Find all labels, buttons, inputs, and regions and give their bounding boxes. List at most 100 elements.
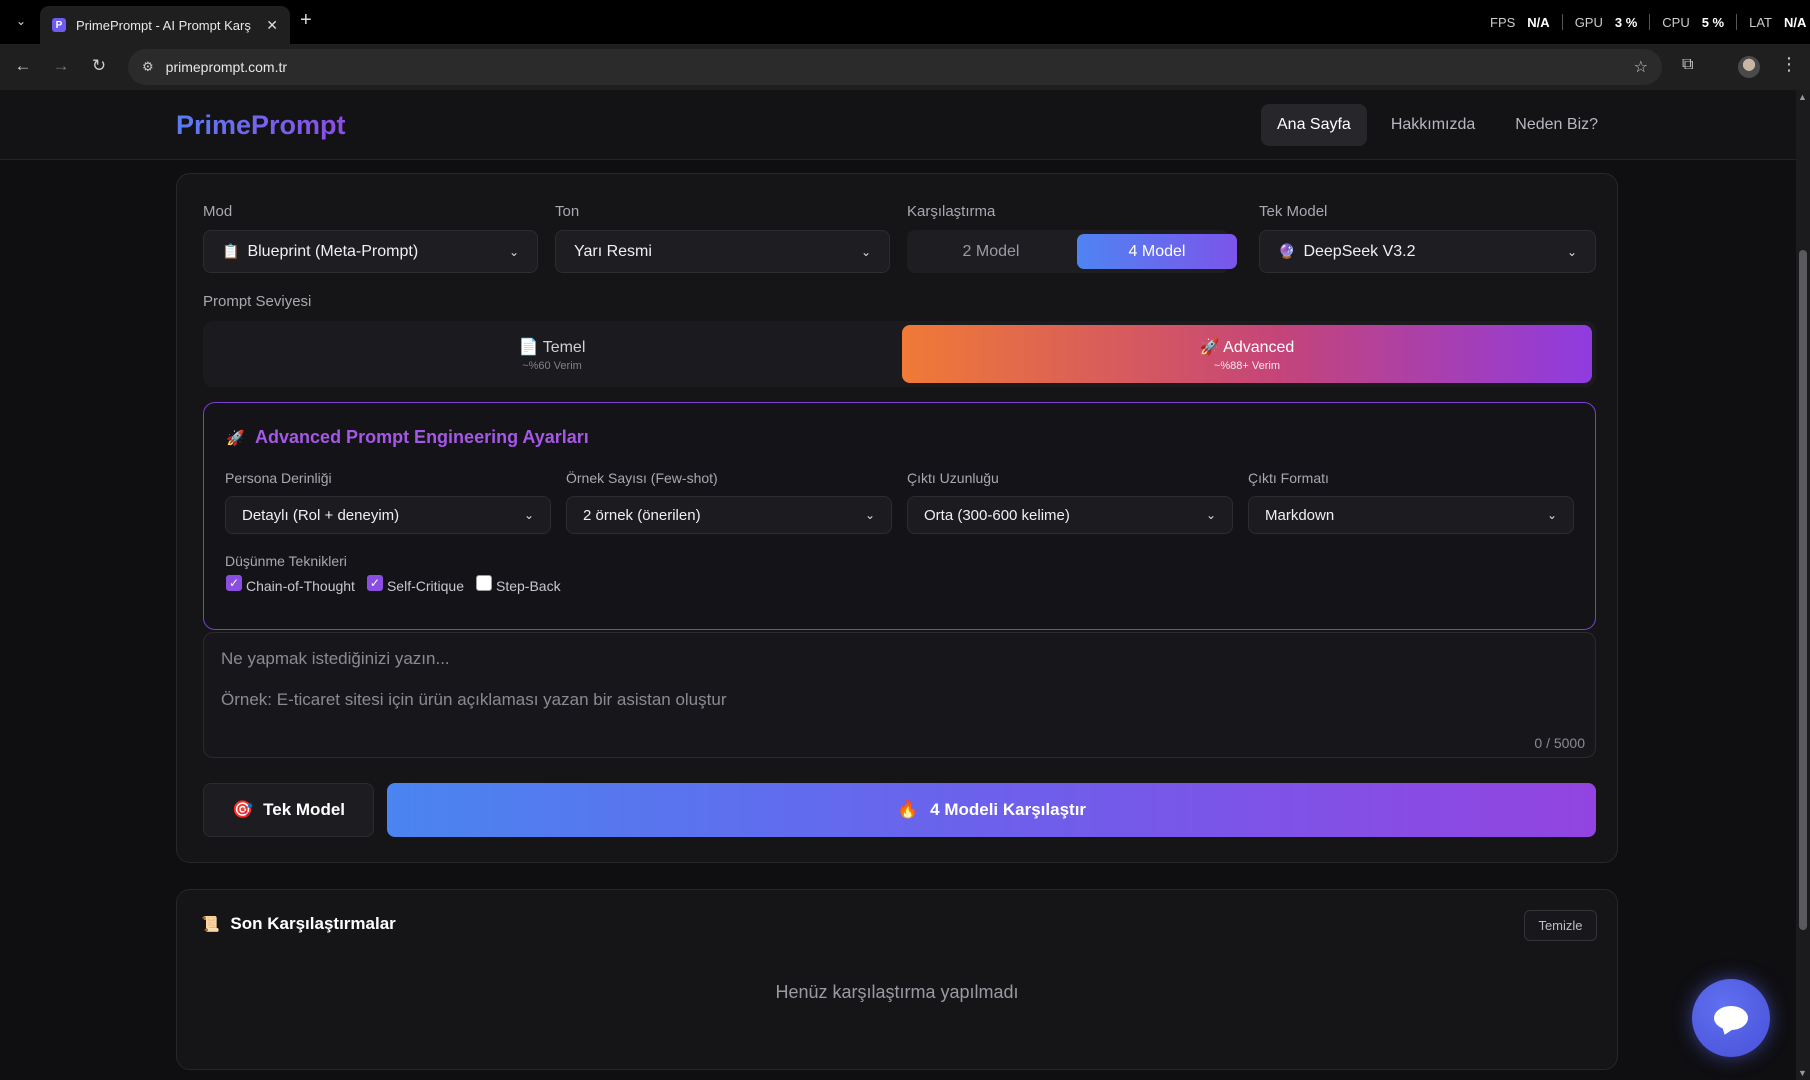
fps-label: FPS (1490, 14, 1516, 30)
forward-arrow-icon[interactable]: → (50, 56, 72, 76)
tab-search-chevron-icon[interactable]: ⌄ (10, 10, 32, 32)
chevron-down-icon: ⌄ (1566, 244, 1577, 259)
browser-menu-icon[interactable]: ⋮ (1780, 54, 1798, 75)
fps-value: N/A (1527, 14, 1550, 30)
cpu-value: 5 % (1701, 14, 1725, 30)
cpu-label: CPU (1662, 14, 1690, 30)
mod-select-value: Blueprint (Meta-Prompt) (247, 242, 419, 260)
gpu-value: 3 % (1614, 14, 1638, 30)
length-select[interactable]: Orta (300-600 kelime) ⌄ (907, 496, 1233, 534)
fewshot-select-value: 2 örnek (önerilen) (583, 506, 701, 524)
format-select-value: Markdown (1265, 506, 1335, 524)
nav-link-about[interactable]: Hakkımızda (1375, 104, 1491, 146)
chat-bubble-button[interactable] (1692, 979, 1770, 1057)
checkbox-self-critique[interactable]: ✓ Self-Critique (366, 575, 464, 594)
chevron-down-icon: ⌄ (864, 508, 875, 522)
site-logo[interactable]: PrimePrompt (176, 110, 346, 141)
single-model-select-value: DeepSeek V3.2 (1303, 242, 1416, 260)
target-icon: 🎯 (231, 800, 254, 819)
mod-label: Mod (203, 203, 233, 220)
chevron-down-icon: ⌄ (860, 244, 871, 259)
chevron-down-icon: ⌄ (508, 244, 519, 259)
persona-label: Persona Derinliği (225, 470, 332, 486)
new-tab-plus-icon[interactable]: + (300, 9, 312, 32)
prompt-level-label: Prompt Seviyesi (203, 293, 312, 310)
char-counter: 0 / 5000 (1534, 735, 1585, 751)
scroll-down-arrow-icon[interactable]: ▼ (1798, 1068, 1807, 1078)
clear-history-button[interactable]: Temizle (1524, 910, 1597, 941)
chevron-down-icon: ⌄ (1546, 508, 1557, 522)
address-bar: ← → ↻ ⚙ primeprompt.com.tr ☆ ⧉ ⋮ (0, 44, 1810, 90)
nav-link-why-us[interactable]: Neden Biz? (1499, 104, 1614, 146)
divider (1561, 14, 1563, 30)
browser-tab-strip: ⌄ P PrimePrompt - AI Prompt Karşılaştırm… (0, 0, 1810, 44)
main-nav: Ana Sayfa Hakkımızda Neden Biz? (1261, 104, 1614, 146)
compare-option-2-model[interactable]: 2 Model (911, 234, 1071, 269)
prompt-level-toggle: 📄 Temel ~%60 Verim 🚀 Advanced ~%88+ Veri… (203, 321, 1596, 387)
empty-state-text: Henüz karşılaştırma yapılmadı (775, 982, 1019, 1002)
extensions-puzzle-icon[interactable]: ⧉ (1682, 56, 1693, 74)
mod-select[interactable]: 📋 Blueprint (Meta-Prompt) ⌄ (203, 230, 538, 273)
site-header: PrimePrompt Ana Sayfa Hakkımızda Neden B… (0, 90, 1796, 160)
length-select-value: Orta (300-600 kelime) (924, 506, 1070, 524)
ton-select[interactable]: Yarı Resmi ⌄ (555, 230, 890, 273)
prompt-textarea[interactable]: Ne yapmak istediğinizi yazın... Örnek: E… (203, 632, 1596, 758)
reload-icon[interactable]: ↻ (88, 56, 110, 76)
fire-icon: 🔥 (896, 800, 919, 819)
single-model-button[interactable]: 🎯 Tek Model (203, 783, 374, 837)
page-scrollbar[interactable]: ▲ ▼ (1796, 90, 1810, 1080)
checkbox-chain-of-thought[interactable]: ✓ Chain-of-Thought (226, 575, 355, 594)
divider (1649, 14, 1651, 30)
format-select[interactable]: Markdown ⌄ (1248, 496, 1574, 534)
profile-avatar[interactable] (1738, 56, 1760, 78)
document-icon: 📄 (518, 338, 539, 356)
level-option-advanced[interactable]: 🚀 Advanced ~%88+ Verim (902, 325, 1592, 383)
tab-close-icon[interactable]: ✕ (266, 17, 278, 34)
compare-models-button[interactable]: 🔥 4 Modeli Karşılaştır (387, 783, 1596, 837)
checkbox-unchecked-icon[interactable] (475, 575, 492, 591)
length-label: Çıktı Uzunluğu (907, 470, 999, 486)
scroll-up-arrow-icon[interactable]: ▲ (1798, 92, 1807, 102)
compare-segmented-control: 2 Model 4 Model (907, 230, 1237, 273)
browser-tab-active[interactable]: P PrimePrompt - AI Prompt Karşılaştırma … (40, 6, 290, 44)
checkbox-checked-icon[interactable]: ✓ (366, 575, 383, 591)
bookmark-star-icon[interactable]: ☆ (1634, 57, 1648, 77)
rocket-icon: 🚀 (1199, 338, 1220, 356)
scrollbar-thumb[interactable] (1799, 250, 1807, 930)
performance-overlay: FPS N/A GPU 3 % CPU 5 % LAT N/A (1490, 14, 1806, 30)
back-arrow-icon[interactable]: ← (12, 56, 34, 76)
advanced-settings-title: 🚀 Advanced Prompt Engineering Ayarları (226, 427, 589, 447)
site-settings-icon[interactable]: ⚙ (142, 59, 154, 75)
level-option-basic[interactable]: 📄 Temel ~%60 Verim (207, 325, 897, 383)
divider (1736, 14, 1738, 30)
chevron-down-icon: ⌄ (1205, 508, 1216, 522)
level-basic-sub: ~%60 Verim (522, 359, 582, 372)
advanced-settings-panel: 🚀 Advanced Prompt Engineering Ayarları P… (203, 402, 1596, 630)
persona-select[interactable]: Detaylı (Rol + deneyim) ⌄ (225, 496, 551, 534)
clipboard-icon: 📋 (222, 243, 240, 259)
thinking-label: Düşünme Teknikleri (225, 553, 347, 569)
format-label: Çıktı Formatı (1248, 470, 1329, 486)
single-model-label: Tek Model (1259, 203, 1328, 220)
url-omnibox[interactable]: ⚙ primeprompt.com.tr ☆ (128, 49, 1662, 85)
page-viewport: PrimePrompt Ana Sayfa Hakkımızda Neden B… (0, 90, 1796, 1080)
chat-bubble-icon (1714, 1006, 1748, 1030)
favicon-icon: P (52, 18, 66, 32)
checkbox-checked-icon[interactable]: ✓ (226, 575, 242, 591)
persona-select-value: Detaylı (Rol + deneyim) (242, 506, 400, 524)
lat-value: N/A (1784, 14, 1807, 30)
ton-label: Ton (555, 203, 580, 220)
fewshot-select[interactable]: 2 örnek (önerilen) ⌄ (566, 496, 892, 534)
level-basic-title: 📄 Temel (518, 338, 586, 356)
ton-select-value: Yarı Resmi (574, 242, 652, 260)
nav-link-home[interactable]: Ana Sayfa (1261, 104, 1367, 146)
chevron-down-icon: ⌄ (523, 508, 534, 522)
checkbox-step-back[interactable]: Step-Back (475, 575, 561, 594)
tab-title: PrimePrompt - AI Prompt Karşılaştırma (76, 17, 252, 33)
prompt-builder-card: Mod 📋 Blueprint (Meta-Prompt) ⌄ Ton Yarı… (176, 173, 1618, 863)
url-text[interactable]: primeprompt.com.tr (166, 59, 287, 75)
thinking-techniques: ✓ Chain-of-Thought ✓ Self-Critique Step-… (226, 575, 561, 594)
compare-option-4-model[interactable]: 4 Model (1077, 234, 1237, 269)
recent-comparisons-title: 📜 Son Karşılaştırmalar (201, 914, 396, 933)
single-model-select[interactable]: 🔮 DeepSeek V3.2 ⌄ (1259, 230, 1596, 273)
